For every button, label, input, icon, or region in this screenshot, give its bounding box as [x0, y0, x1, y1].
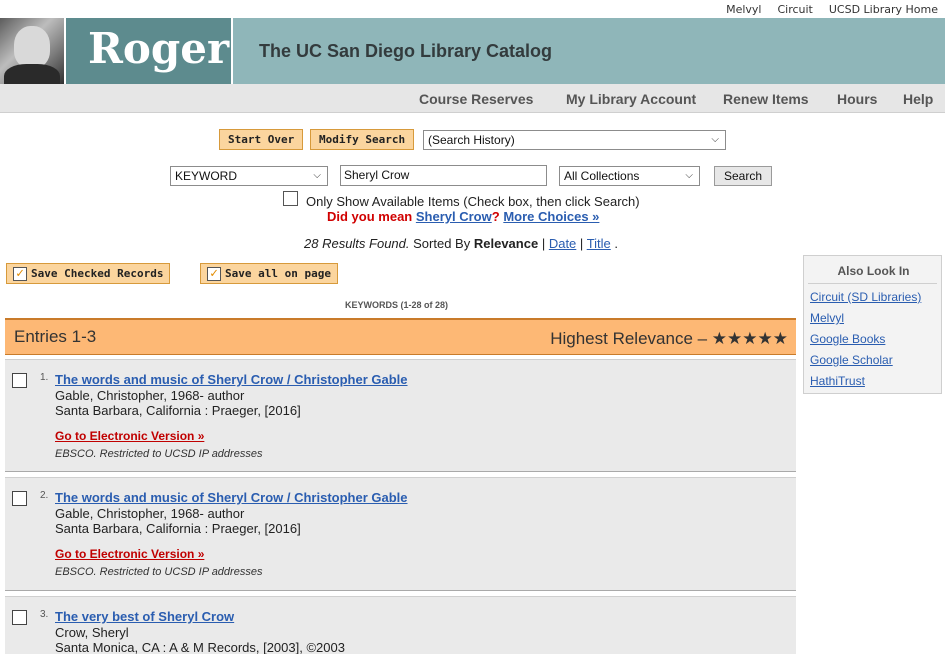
result-checkbox[interactable] [12, 491, 27, 506]
result-publisher: Santa Barbara, California : Praeger, [20… [55, 521, 301, 536]
save-all-label: Save all on page [225, 267, 331, 280]
results-summary: 28 Results Found. Sorted By Relevance | … [304, 236, 618, 251]
result-checkbox[interactable] [12, 373, 27, 388]
entries-header: Entries 1-3 Highest Relevance – ★★★★★ [5, 318, 796, 355]
header-banner: Roger The UC San Diego Library Catalog [0, 18, 945, 84]
relevance-label: Highest Relevance – ★★★★★ [550, 329, 788, 348]
nav-hours[interactable]: Hours [837, 91, 877, 107]
search-history-select[interactable]: (Search History) ⌵ [423, 130, 726, 150]
electronic-version-link[interactable]: Go to Electronic Version » [55, 547, 204, 561]
result-checkbox[interactable] [12, 610, 27, 625]
modify-search-button[interactable]: Modify Search [310, 129, 415, 150]
start-over-button[interactable]: Start Over [219, 129, 304, 150]
available-items-checkbox[interactable] [283, 191, 298, 206]
result-title-link[interactable]: The words and music of Sheryl Crow / Chr… [55, 372, 408, 387]
search-history-value: (Search History) [428, 133, 515, 147]
search-type-select[interactable]: KEYWORD ⌵ [170, 166, 328, 186]
checkmark-icon: ✓ [13, 267, 27, 281]
search-type-value: KEYWORD [175, 169, 238, 183]
available-items-label: Only Show Available Items (Check box, th… [306, 194, 640, 209]
sort-separator: | [579, 236, 584, 251]
portrait-photo [0, 18, 64, 84]
result-title-link[interactable]: The words and music of Sheryl Crow / Chr… [55, 490, 408, 505]
top-link-ucsd-library-home[interactable]: UCSD Library Home [820, 0, 945, 18]
keywords-range: KEYWORDS (1-28 of 28) [345, 300, 449, 310]
main-nav: Course Reserves My Library Account Renew… [0, 84, 945, 113]
also-look-in-title: Also Look In [837, 264, 910, 278]
collection-value: All Collections [564, 169, 640, 183]
top-links: Melvyl Circuit UCSD Library Home [0, 0, 945, 18]
entries-label: Entries 1-3 [14, 327, 97, 346]
chevron-down-icon: ⌵ [685, 170, 693, 181]
sort-current: Relevance [473, 236, 539, 251]
sort-separator: | [541, 236, 546, 251]
result-number: 3. [40, 609, 49, 620]
result-publisher: Santa Monica, CA : A & M Records, [2003]… [55, 640, 345, 654]
also-look-in-panel: Also Look In Circuit (SD Libraries) Melv… [803, 255, 942, 394]
more-choices-link[interactable]: More Choices » [503, 209, 599, 224]
top-link-circuit[interactable]: Circuit [768, 0, 819, 18]
electronic-version-link[interactable]: Go to Electronic Version » [55, 429, 204, 443]
access-note: EBSCO. Restricted to UCSD IP addresses [55, 566, 263, 578]
nav-help[interactable]: Help [903, 91, 933, 107]
result-author: Gable, Christopher, 1968- author [55, 388, 245, 403]
also-link-hathitrust[interactable]: HathiTrust [810, 374, 865, 388]
chevron-down-icon: ⌵ [313, 170, 321, 181]
result-author: Gable, Christopher, 1968- author [55, 506, 245, 521]
save-checked-records-button[interactable]: ✓ Save Checked Records [6, 263, 171, 284]
logo[interactable]: Roger [64, 18, 233, 84]
result-row: 3. The very best of Sheryl Crow Crow, Sh… [5, 596, 796, 654]
save-all-on-page-button[interactable]: ✓ Save all on page [200, 263, 338, 284]
result-number: 2. [40, 490, 49, 501]
nav-renew-items[interactable]: Renew Items [723, 91, 809, 107]
sort-title-link[interactable]: Title [587, 236, 611, 251]
also-link-google-books[interactable]: Google Books [810, 332, 885, 346]
also-link-google-scholar[interactable]: Google Scholar [810, 353, 893, 367]
result-author: Crow, Sheryl [55, 625, 129, 640]
save-checked-label: Save Checked Records [31, 267, 164, 280]
nav-course-reserves[interactable]: Course Reserves [419, 91, 533, 107]
result-publisher: Santa Barbara, California : Praeger, [20… [55, 403, 301, 418]
result-row: 2. The words and music of Sheryl Crow / … [5, 477, 796, 591]
checkmark-icon: ✓ [207, 267, 221, 281]
suggestion-link[interactable]: Sheryl Crow [416, 209, 492, 224]
collection-select[interactable]: All Collections ⌵ [559, 166, 700, 186]
did-you-mean-prefix: Did you mean [327, 209, 413, 224]
chevron-down-icon: ⌵ [711, 134, 719, 145]
result-row: 1. The words and music of Sheryl Crow / … [5, 359, 796, 472]
page-title: The UC San Diego Library Catalog [259, 41, 553, 61]
top-link-melvyl[interactable]: Melvyl [717, 0, 768, 18]
search-button[interactable]: Search [714, 166, 773, 186]
results-count: 28 Results Found. [304, 236, 410, 251]
search-input[interactable]: Sheryl Crow [340, 165, 547, 186]
did-you-mean: Did you mean Sheryl Crow? More Choices » [327, 209, 599, 224]
result-number: 1. [40, 372, 49, 383]
suggestion-question-mark: ? [491, 209, 500, 224]
result-title-link[interactable]: The very best of Sheryl Crow [55, 609, 234, 624]
access-note: EBSCO. Restricted to UCSD IP addresses [55, 448, 263, 460]
also-link-circuit[interactable]: Circuit (SD Libraries) [810, 290, 921, 304]
sorted-by-label: Sorted By [413, 236, 471, 251]
logo-text: Roger [88, 24, 230, 73]
nav-my-library-account[interactable]: My Library Account [566, 91, 696, 107]
also-link-melvyl[interactable]: Melvyl [810, 311, 844, 325]
sort-date-link[interactable]: Date [549, 236, 576, 251]
sort-period: . [614, 236, 619, 251]
